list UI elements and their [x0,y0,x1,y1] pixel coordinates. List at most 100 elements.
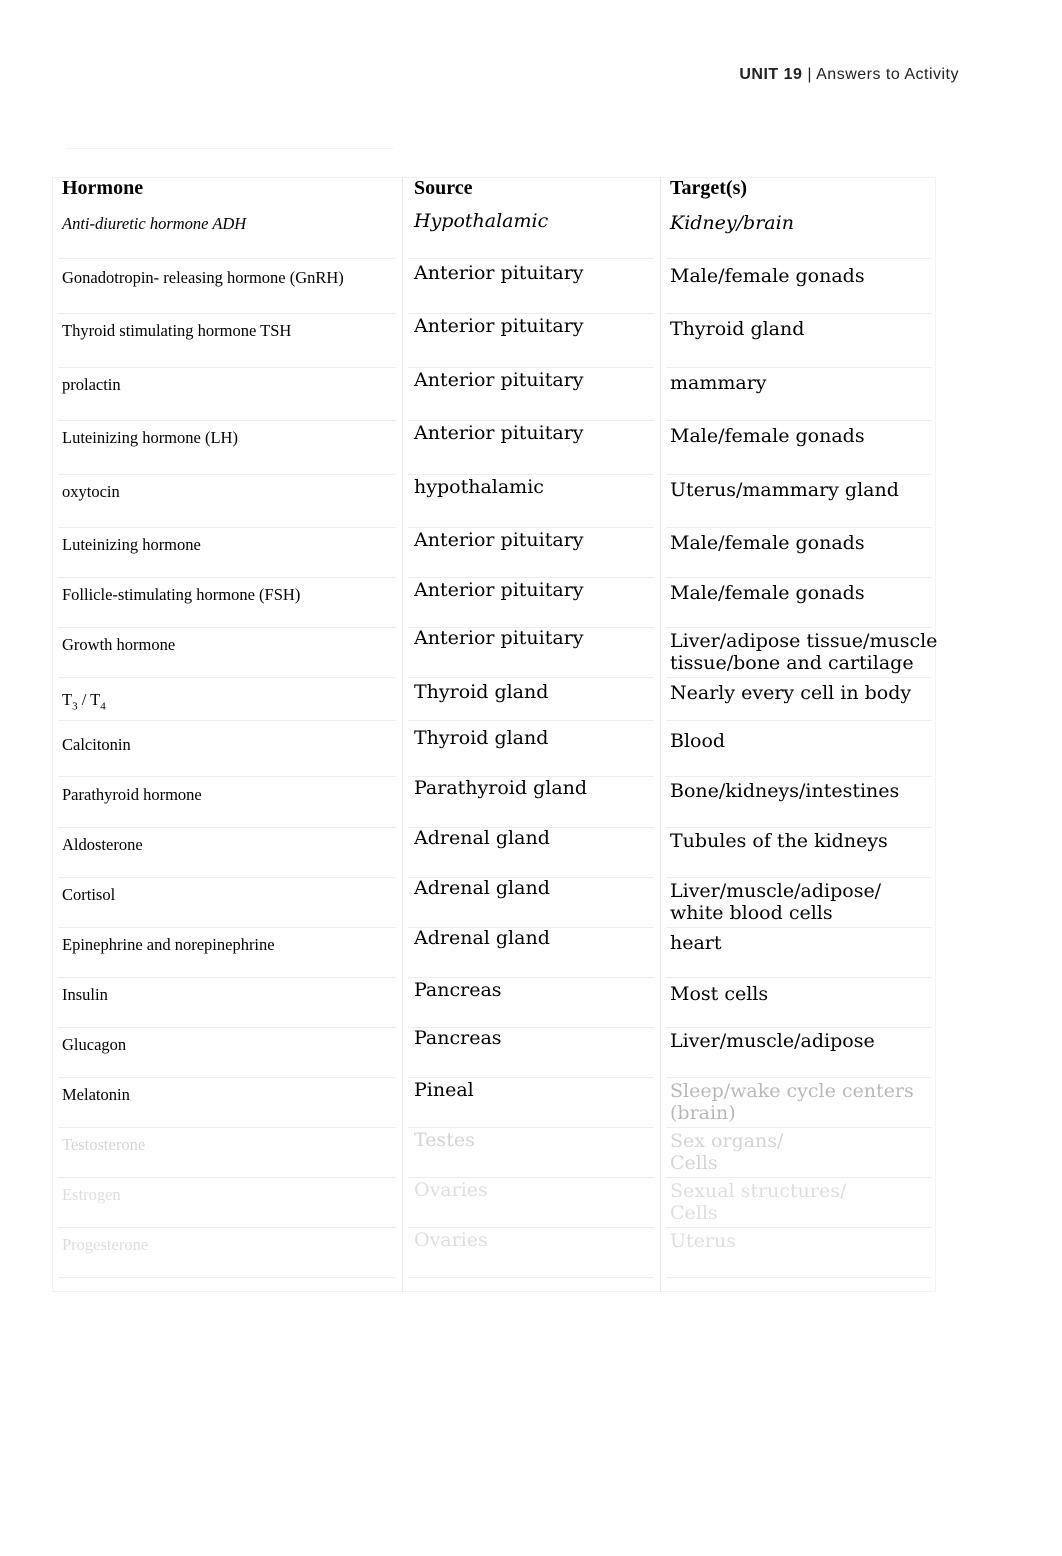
source-text: Adrenal gland [414,927,550,949]
cell-divider [408,1277,654,1278]
table-body: Anti-diuretic hormone ADH Hypothalamic Kid… [52,210,938,1278]
column-header-source: Source [414,177,473,199]
target-cell: mammary [660,368,938,421]
target-text: Male/female gonads [670,582,865,604]
target-text: Most cells [670,983,769,1005]
target-text: heart [670,932,722,954]
target-cell: Bone/kidneys/intestines [660,778,938,828]
source-text: Ovaries [414,1179,488,1201]
source-text: Ovaries [414,1229,488,1251]
column-separator [660,177,661,1292]
column-separator [402,177,403,1292]
source-cell: Pineal [402,1078,660,1128]
source-text: hypothalamic [414,476,544,498]
target-cell: heart [660,928,938,978]
source-cell: Adrenal gland [402,827,660,878]
target-text: Liver/muscle/adipose/ white blood cells [670,880,882,924]
decorative-rule: ________________________________________… [66,142,394,149]
table-row: prolactin Anterior pituitary mammary [52,368,938,421]
hormone-text: Insulin [62,985,108,1004]
source-text: Pancreas [414,1027,502,1049]
cell-divider [666,1277,932,1278]
table-row: Glucagon Pancreas Liver/muscle/adipose [52,1027,938,1078]
cell-divider [58,1277,396,1278]
target-text: mammary [670,372,767,394]
target-cell: Most cells [660,978,938,1028]
source-text: Anterior pituitary [414,529,584,551]
target-cell: Sleep/wake cycle centers (brain) [660,1078,938,1128]
source-cell: Testes [402,1128,660,1178]
hormone-text: Melatonin [62,1085,130,1104]
source-text: Adrenal gland [414,827,550,849]
target-cell: Liver/muscle/adipose [660,1028,938,1078]
source-cell: Anterior pituitary [402,261,660,314]
target-text: Bone/kidneys/intestines [670,780,900,802]
source-cell: Parathyroid gland [402,777,660,828]
header-separator: | [807,66,813,83]
target-text: Liver/muscle/adipose [670,1030,875,1052]
hormone-cell: Luteinizing hormone (LH) [52,421,402,475]
table-row: Cortisol Adrenal gland Liver/muscle/adipos… [52,877,938,928]
source-text: Parathyroid gland [414,777,588,799]
table-row: T3 / T4 Thyroid gland Nearly every cell in… [52,678,938,728]
table-row: Calcitonin Thyroid gland Blood [52,727,938,778]
target-cell: Uterus/mammary gland [660,475,938,528]
table-row: Anti-diuretic hormone ADH Hypothalamic Kid… [52,210,938,261]
source-cell: Anterior pituitary [402,627,660,678]
target-cell: Thyroid gland [660,314,938,368]
table-row: Progesterone Ovaries Uterus [52,1228,938,1278]
table-row: Melatonin Pineal Sleep/wake cycle centers … [52,1078,938,1128]
table-row: Luteinizing hormone (LH) Anterior pituita… [52,421,938,475]
source-cell: Anterior pituitary [402,314,660,368]
cell-divider [408,720,654,721]
target-text: Nearly every cell in body [670,682,912,704]
target-text: Male/female gonads [670,265,865,287]
target-cell: Blood [660,728,938,778]
hormone-cell: Calcitonin [52,728,402,778]
hormone-text: Parathyroid hormone [62,785,202,804]
table-row: Estrogen Ovaries Sexual structures/ Cells [52,1178,938,1228]
source-text: Hypothalamic [414,210,549,232]
target-text: Uterus/mammary gland [670,479,899,501]
table-row: Growth hormone Anterior pituitary Liver/ad… [52,627,938,678]
hormone-cell: Progesterone [52,1228,402,1278]
table-header-row: Hormone Source Target(s) [52,177,938,211]
target-text: Sexual structures/ Cells [670,1180,847,1224]
hormone-text: Anti-diuretic hormone ADH [62,214,247,233]
hormone-cell: Thyroid stimulating hormone TSH [52,314,402,368]
hormone-text: Gonadotropin- releasing hormone (GnRH) [62,268,344,287]
target-text: Male/female gonads [670,425,865,447]
hormone-cell: oxytocin [52,475,402,528]
target-cell: Male/female gonads [660,261,938,314]
hormone-text: Calcitonin [62,735,131,754]
source-cell: Adrenal gland [402,877,660,928]
target-cell: Male/female gonads [660,528,938,578]
target-text: Liver/adipose tissue/muscle tissue/bone … [670,630,938,674]
hormone-text: Luteinizing hormone (LH) [62,428,238,447]
table-row: Gonadotropin- releasing hormone (GnRH) An… [52,261,938,314]
hormone-text: prolactin [62,375,121,394]
source-text: Anterior pituitary [414,422,584,444]
hormone-cell: T3 / T4 [52,678,402,728]
source-cell: Hypothalamic [402,210,660,261]
table-row: oxytocin hypothalamic Uterus/mammary gland [52,475,938,528]
target-text: Blood [670,730,726,752]
target-cell: Liver/muscle/adipose/ white blood cells [660,878,938,928]
target-cell: Liver/adipose tissue/muscle tissue/bone … [660,628,938,678]
source-cell: Adrenal gland [402,927,660,978]
hormone-cell: Insulin [52,978,402,1028]
cell-divider [666,720,932,721]
target-text: Sleep/wake cycle centers (brain) [670,1080,914,1124]
hormone-cell: Glucagon [52,1028,402,1078]
hormone-text: Thyroid stimulating hormone TSH [62,321,292,340]
source-cell: Pancreas [402,1027,660,1078]
table-row: Epinephrine and norepinephrine Adrenal gl… [52,927,938,978]
source-cell: hypothalamic [402,475,660,528]
target-cell: Sex organs/ Cells [660,1128,938,1178]
source-text: Testes [414,1129,475,1151]
source-cell: Anterior pituitary [402,421,660,475]
source-text: Pancreas [414,979,502,1001]
hormone-cell: Epinephrine and norepinephrine [52,928,402,978]
hormone-text: Luteinizing hormone [62,535,201,554]
hormone-text: Progesterone [62,1235,149,1254]
